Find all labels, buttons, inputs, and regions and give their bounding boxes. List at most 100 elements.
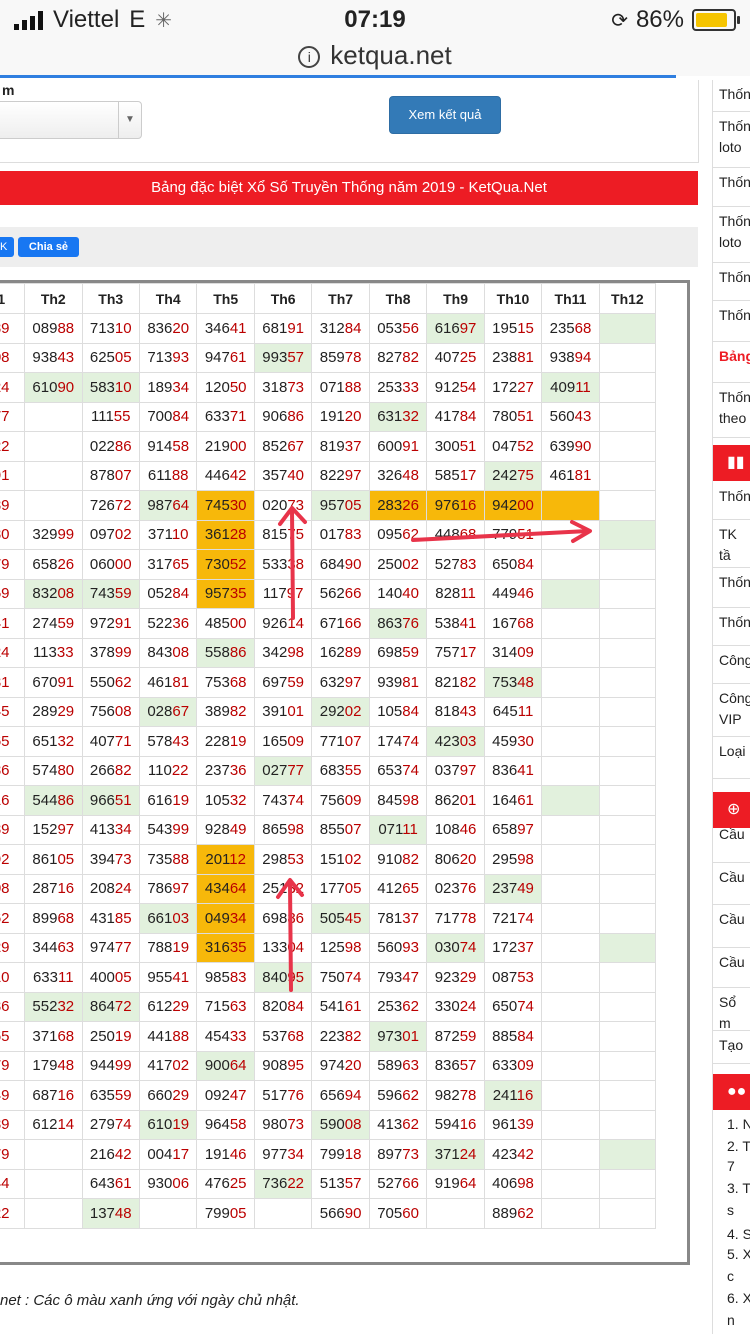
result-cell: 98583 xyxy=(196,962,255,993)
result-cell: 37124 xyxy=(426,1139,485,1170)
result-cell xyxy=(541,991,600,1022)
table-row: 2791794894499417029006490895974205896383… xyxy=(0,1050,657,1081)
result-cell: 69886 xyxy=(253,903,313,934)
sidebar-list-item[interactable]: 4. S xyxy=(713,1226,750,1242)
result-cell xyxy=(598,696,657,727)
result-cell: 56043 xyxy=(541,401,600,432)
share-button[interactable]: Chia sẻ xyxy=(18,237,79,257)
table-row: 5089384362505713939476199357859788278240… xyxy=(0,342,657,373)
result-cell: 579 xyxy=(0,549,26,580)
sidebar-list-item[interactable]: n xyxy=(713,1312,750,1328)
sidebar-list-item[interactable]: c xyxy=(713,1268,750,1284)
table-row: 2241133337899843085588634298162896985975… xyxy=(0,637,657,668)
result-cell: 40005 xyxy=(81,962,140,993)
view-results-button[interactable]: Xem kết quả xyxy=(389,96,501,134)
result-cell xyxy=(138,1198,198,1229)
result-cell xyxy=(598,342,657,373)
table-row: 391 8780761188446423574082297326485851724… xyxy=(0,460,657,491)
result-cell: 344 xyxy=(0,1168,26,1199)
result-cell: 19120 xyxy=(311,401,370,432)
result-cell: 20824 xyxy=(81,873,140,904)
sidebar-item[interactable]: Thốn xyxy=(713,301,750,342)
result-cell xyxy=(598,1109,657,1140)
result-cell xyxy=(541,549,600,580)
result-cell: 26682 xyxy=(81,755,140,786)
table-row: 2656513240771578432281916509771071747442… xyxy=(0,726,657,757)
table-row: 522 0228691458219008526781937600913005104… xyxy=(0,431,657,462)
result-cell: 96651 xyxy=(81,785,140,816)
sidebar-item[interactable]: Bảng xyxy=(713,342,750,383)
result-cell: 21642 xyxy=(81,1139,140,1170)
result-cell: 64361 xyxy=(81,1168,140,1199)
sidebar-list-item[interactable]: 7 xyxy=(713,1158,750,1174)
result-cell: 336 xyxy=(0,991,26,1022)
sidebar-item[interactable]: Thốn xyxy=(713,568,750,608)
sidebar-item[interactable]: Thốn theo xyxy=(713,383,750,438)
sidebar-item[interactable]: Thốn xyxy=(713,80,750,112)
result-cell xyxy=(541,1139,600,1170)
sidebar-list-item[interactable]: 1. N xyxy=(713,1116,750,1132)
sidebar-list-item[interactable]: 5. X xyxy=(713,1246,750,1262)
sidebar-list-item[interactable]: 2. T xyxy=(713,1138,750,1154)
sidebar-item[interactable]: Cầu xyxy=(713,948,750,988)
sidebar-list-item[interactable]: 3. T xyxy=(713,1180,750,1196)
result-cell: 93894 xyxy=(541,342,600,373)
sidebar-item[interactable]: Thốn xyxy=(713,263,750,301)
result-cell: 70560 xyxy=(368,1198,428,1229)
sidebar-item[interactable]: Thốn xyxy=(713,482,750,520)
sidebar-item[interactable]: Thốn xyxy=(713,168,750,207)
result-cell: 90064 xyxy=(196,1050,255,1081)
result-cell xyxy=(598,932,657,963)
result-cell: 37110 xyxy=(138,519,198,550)
sidebar-item[interactable]: TK tầ xyxy=(713,520,750,568)
result-cell: 25362 xyxy=(368,991,428,1022)
url-text[interactable]: ketqua.net xyxy=(330,40,451,70)
result-cell: 93006 xyxy=(138,1168,198,1199)
result-cell: 51357 xyxy=(311,1168,370,1199)
result-cell: 54399 xyxy=(138,814,198,845)
sidebar-item[interactable]: Thốn loto xyxy=(713,207,750,263)
result-cell: 98073 xyxy=(253,1109,313,1140)
result-cell: 341 xyxy=(0,608,26,639)
result-cell: 816 xyxy=(0,785,26,816)
page-title: Bảng đặc biệt Xổ Số Truyền Thống năm 201… xyxy=(0,171,698,205)
facebook-like-button[interactable]: K xyxy=(0,237,14,257)
result-cell: 94499 xyxy=(81,1050,140,1081)
result-cell: 75717 xyxy=(426,637,485,668)
table-row: 489 7267298764745300207395705283269761694… xyxy=(0,490,657,521)
result-cell xyxy=(598,431,657,462)
result-cell: 83641 xyxy=(483,755,543,786)
table-row: 2082871620824786974346425132177054126502… xyxy=(0,873,657,904)
result-cell: 05284 xyxy=(138,578,198,609)
year-select[interactable]: ▼ xyxy=(0,101,142,139)
sidebar-item[interactable]: Loại xyxy=(713,737,750,779)
sidebar-item[interactable]: Thốn xyxy=(713,608,750,646)
table-row: 3412745997291522364850092614671668637653… xyxy=(0,608,657,639)
result-cell: 84598 xyxy=(368,785,428,816)
sidebar-item[interactable]: Công VIP xyxy=(713,684,750,737)
result-cell: 00417 xyxy=(138,1139,198,1170)
sidebar-item[interactable]: Cầu xyxy=(713,905,750,948)
result-cell xyxy=(598,313,657,344)
result-cell: 06000 xyxy=(81,549,140,580)
result-cell: 20112 xyxy=(196,844,255,875)
result-cell: 44946 xyxy=(483,578,543,609)
sidebar-item[interactable]: Sổ m xyxy=(713,988,750,1031)
result-cell: 02777 xyxy=(253,755,313,786)
sidebar-item[interactable]: Cầu xyxy=(713,863,750,905)
table-row: 3365523286472612297156382084541612536233… xyxy=(0,991,657,1022)
sidebar-item[interactable]: Công xyxy=(713,646,750,684)
chevron-down-icon[interactable]: ▼ xyxy=(118,102,141,138)
sidebar-list-item[interactable]: 6. X xyxy=(713,1290,750,1306)
info-icon[interactable]: i xyxy=(298,46,321,69)
result-cell: 25019 xyxy=(81,1021,140,1052)
result-cell: 17705 xyxy=(311,873,370,904)
sidebar-list-item[interactable]: s xyxy=(713,1202,750,1218)
result-cell: 82782 xyxy=(368,342,428,373)
sidebar-item[interactable]: Tạo xyxy=(713,1031,750,1064)
result-cell: 34298 xyxy=(253,637,313,668)
result-cell: 18934 xyxy=(138,372,198,403)
result-cell: 41784 xyxy=(426,401,485,432)
sidebar-item[interactable]: Thốn loto xyxy=(713,112,750,168)
address-bar[interactable]: i ketqua.net xyxy=(0,40,750,76)
